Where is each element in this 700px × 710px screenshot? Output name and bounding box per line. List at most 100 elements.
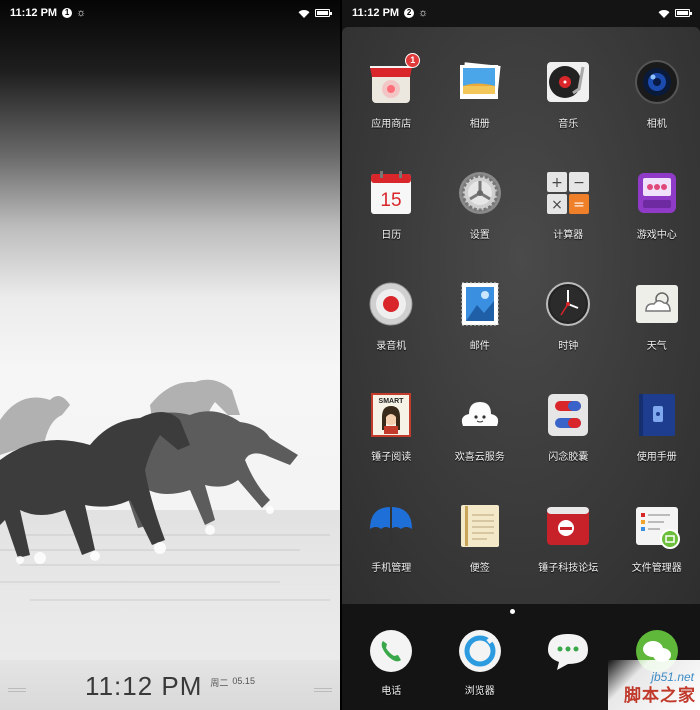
messages-icon bbox=[545, 628, 591, 674]
mail-app[interactable]: 邮件 bbox=[437, 281, 524, 392]
calc-minus-key: − bbox=[573, 175, 585, 191]
status-time: 11:12 PM bbox=[352, 7, 400, 19]
cloud-service-app[interactable]: 欢喜云服务 bbox=[437, 392, 524, 503]
settings-app[interactable]: 设置 bbox=[437, 170, 524, 281]
app-label: 邮件 bbox=[469, 341, 490, 352]
app-label: 锤子阅读 bbox=[371, 452, 412, 463]
app-label: 使用手册 bbox=[636, 452, 677, 463]
app-label: 音乐 bbox=[558, 119, 579, 130]
wifi-icon bbox=[658, 9, 670, 18]
file-manager-app[interactable]: 文件管理器 bbox=[614, 503, 700, 614]
site-watermark: jb51.net 脚本之家 bbox=[608, 660, 700, 710]
manual-book-icon bbox=[634, 392, 680, 438]
lock-time: 11:12 PM bbox=[85, 670, 203, 701]
mail-stamp-icon bbox=[457, 281, 503, 327]
app-label: 便签 bbox=[469, 563, 490, 574]
notes-icon bbox=[457, 503, 503, 549]
phone-manager-app[interactable]: 手机管理 bbox=[348, 503, 435, 614]
weather-app[interactable]: 天气 bbox=[614, 281, 700, 392]
capsule-app[interactable]: 闪念胶囊 bbox=[525, 392, 612, 503]
camera-lens-icon bbox=[634, 59, 680, 105]
app-grid: 1 应用商店 相册 音乐 相机 15 日历 设置 + − × = 计算器 游戏中… bbox=[342, 53, 700, 614]
page-indicator-dot[interactable] bbox=[510, 609, 515, 614]
phone-app[interactable]: 电话 bbox=[348, 628, 435, 710]
recorder-app[interactable]: 录音机 bbox=[348, 281, 435, 392]
watermark-name: 脚本之家 bbox=[624, 686, 696, 705]
battery-icon bbox=[675, 9, 692, 17]
settings-gear-icon bbox=[457, 170, 503, 216]
cloud-service-icon bbox=[457, 392, 503, 438]
capsule-icon bbox=[545, 392, 591, 438]
status-bar: 11:12 PM 1 ☼ bbox=[0, 0, 340, 26]
game-center-app[interactable]: 游戏中心 bbox=[614, 170, 700, 281]
notes-app[interactable]: 便签 bbox=[437, 503, 524, 614]
photos-icon bbox=[457, 59, 503, 105]
notification-count-badge: 1 bbox=[62, 8, 73, 18]
app-label: 计算器 bbox=[553, 230, 584, 241]
app-label: 闪念胶囊 bbox=[548, 452, 589, 463]
app-label: 文件管理器 bbox=[631, 563, 682, 574]
smart-reader-app[interactable]: SMART 锤子阅读 bbox=[348, 392, 435, 503]
app-store-app[interactable]: 1 应用商店 bbox=[348, 53, 435, 170]
forum-app[interactable]: 锤子科技论坛 bbox=[525, 503, 612, 614]
app-row: SMART 锤子阅读 欢喜云服务 闪念胶囊 使用手册 bbox=[342, 392, 700, 503]
app-label: 日历 bbox=[381, 230, 402, 241]
app-label: 相机 bbox=[646, 119, 667, 130]
home-panel: 1 应用商店 相册 音乐 相机 15 日历 设置 + − × = 计算器 游戏中… bbox=[342, 27, 700, 604]
wifi-icon bbox=[298, 9, 310, 18]
manual-app[interactable]: 使用手册 bbox=[614, 392, 700, 503]
calendar-day-number: 15 bbox=[381, 190, 402, 211]
calc-equals-key: = bbox=[573, 197, 585, 213]
calculator-app[interactable]: + − × = 计算器 bbox=[525, 170, 612, 281]
app-label: 设置 bbox=[469, 230, 490, 241]
lock-weekday: 周二 bbox=[210, 677, 229, 688]
music-app[interactable]: 音乐 bbox=[525, 59, 612, 170]
weather-icon bbox=[634, 281, 680, 327]
calc-multiply-key: × bbox=[551, 197, 563, 213]
calculator-icon: + − × = bbox=[545, 170, 591, 216]
lock-day: 05.15 bbox=[232, 675, 255, 686]
calendar-app[interactable]: 15 日历 bbox=[348, 170, 435, 281]
phone-icon bbox=[368, 628, 414, 674]
game-center-icon bbox=[634, 170, 680, 216]
umbrella-icon bbox=[368, 503, 414, 549]
app-label: 时钟 bbox=[558, 341, 579, 352]
app-row: 15 日历 设置 + − × = 计算器 游戏中心 bbox=[342, 170, 700, 281]
photos-app[interactable]: 相册 bbox=[437, 59, 524, 170]
app-store-update-badge: 1 bbox=[405, 53, 421, 68]
app-row: 1 应用商店 相册 音乐 相机 bbox=[342, 53, 700, 170]
app-label: 天气 bbox=[646, 341, 667, 352]
app-label: 浏览器 bbox=[464, 686, 495, 697]
browser-app[interactable]: 浏览器 bbox=[437, 628, 524, 710]
app-store-icon: 1 bbox=[368, 53, 421, 105]
app-label: 应用商店 bbox=[371, 119, 412, 130]
forum-icon bbox=[545, 503, 591, 549]
messages-app[interactable] bbox=[525, 628, 612, 710]
notification-count-badge: 2 bbox=[404, 8, 415, 18]
app-label: 手机管理 bbox=[371, 563, 412, 574]
app-label: 相册 bbox=[469, 119, 490, 130]
right-unlock-handle[interactable] bbox=[314, 688, 332, 692]
music-record-icon bbox=[545, 59, 591, 105]
battery-icon bbox=[315, 9, 332, 17]
app-label: 电话 bbox=[381, 686, 402, 697]
clock-app[interactable]: 时钟 bbox=[525, 281, 612, 392]
smart-reader-icon: SMART bbox=[368, 392, 414, 438]
calc-plus-key: + bbox=[551, 175, 563, 191]
calendar-icon: 15 bbox=[368, 170, 414, 216]
app-label: 游戏中心 bbox=[636, 230, 677, 241]
file-manager-icon bbox=[634, 503, 680, 549]
horses-wallpaper bbox=[0, 360, 340, 660]
smart-tag: SMART bbox=[379, 398, 405, 405]
clock-icon bbox=[545, 281, 591, 327]
camera-app[interactable]: 相机 bbox=[614, 59, 700, 170]
home-screen: 11:12 PM 2 ☼ 1 应用商店 相册 音乐 相机 15 日历 设置 + … bbox=[342, 0, 700, 710]
lock-date: 周二 05.15 bbox=[210, 676, 255, 689]
app-label: 录音机 bbox=[376, 341, 407, 352]
left-unlock-handle[interactable] bbox=[8, 688, 26, 692]
status-time: 11:12 PM bbox=[10, 7, 58, 19]
brightness-icon: ☼ bbox=[76, 7, 87, 19]
app-label: 锤子科技论坛 bbox=[538, 563, 599, 574]
browser-icon bbox=[457, 628, 503, 674]
lock-clock-bar: 11:12 PM 周二 05.15 bbox=[0, 662, 340, 710]
